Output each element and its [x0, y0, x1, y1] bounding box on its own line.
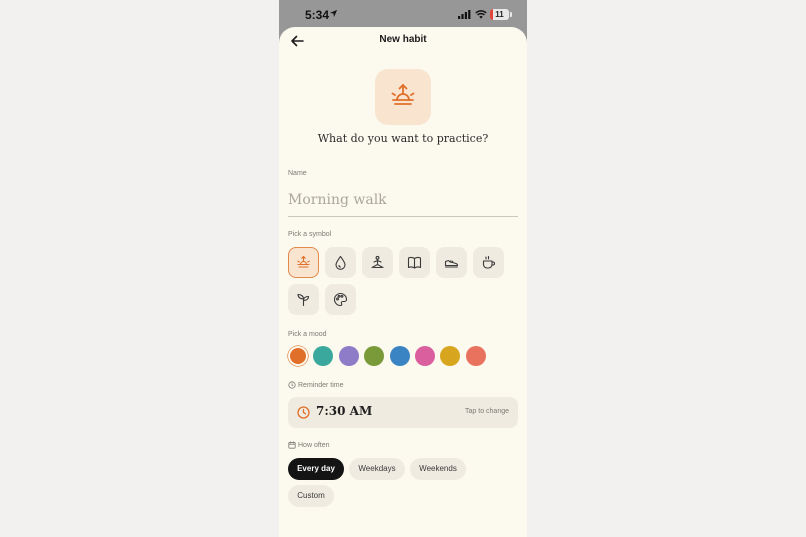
- mood-color-swatch[interactable]: [364, 346, 385, 366]
- symbol-label: Pick a symbol: [288, 231, 332, 238]
- water-drop-icon: [335, 255, 346, 270]
- battery-indicator: 11: [490, 9, 509, 20]
- shoe-icon: [444, 259, 459, 268]
- clock-icon: [288, 381, 296, 389]
- frequency-option-weekends[interactable]: Weekends: [410, 458, 466, 480]
- mood-color-swatch[interactable]: [290, 348, 306, 364]
- reminder-time-value: 7:30 AM: [316, 404, 373, 418]
- mood-color-swatch[interactable]: [465, 346, 486, 366]
- new-habit-sheet: New habit What do you want to practice? …: [279, 27, 527, 537]
- selected-symbol-preview: [375, 69, 431, 125]
- coffee-cup-icon: [482, 255, 495, 269]
- calendar-icon: [288, 441, 296, 449]
- mood-color-swatch[interactable]: [313, 346, 334, 366]
- symbol-option-shoe[interactable]: [436, 247, 467, 278]
- wifi-icon: [475, 10, 487, 19]
- symbol-option-coffee-cup[interactable]: [473, 247, 504, 278]
- symbol-option-book[interactable]: [399, 247, 430, 278]
- habit-question: What do you want to practice?: [317, 132, 489, 145]
- frequency-option-every-day[interactable]: Every day: [288, 458, 344, 480]
- palette-icon: [333, 292, 348, 307]
- frequency-label-text: How often: [298, 442, 330, 449]
- page-title: New habit: [379, 34, 427, 45]
- reminder-label-text: Reminder time: [298, 382, 344, 389]
- sunrise-icon: [391, 83, 415, 105]
- frequency-option-custom[interactable]: Custom: [288, 485, 334, 507]
- reminder-label: Reminder time: [288, 381, 344, 389]
- mood-label: Pick a mood: [288, 331, 327, 338]
- mood-color-swatch[interactable]: [389, 346, 410, 366]
- battery-level: 11: [495, 10, 504, 19]
- habit-name-input[interactable]: Morning walk: [288, 187, 518, 217]
- book-icon: [407, 256, 422, 269]
- symbol-option-water-drop[interactable]: [325, 247, 356, 278]
- mood-color-swatch[interactable]: [440, 346, 461, 366]
- frequency-option-weekdays[interactable]: Weekdays: [349, 458, 405, 480]
- status-time: 5:34: [305, 8, 330, 22]
- symbol-option-palette[interactable]: [325, 284, 356, 315]
- frequency-label: How often: [288, 441, 330, 449]
- name-label: Name: [288, 170, 307, 177]
- cellular-signal-icon: [458, 10, 471, 19]
- sunrise-icon: [296, 255, 310, 268]
- symbol-option-sunrise[interactable]: [288, 247, 319, 278]
- mood-color-swatch[interactable]: [415, 346, 435, 366]
- symbol-option-meditation[interactable]: [362, 247, 393, 278]
- meditation-icon: [371, 255, 384, 269]
- status-bar: 5:34 11: [279, 0, 527, 28]
- symbol-option-sprout[interactable]: [288, 284, 319, 315]
- clock-icon: [297, 406, 310, 419]
- reminder-hint: Tap to change: [465, 408, 509, 415]
- location-arrow-icon: [329, 9, 338, 18]
- phone-frame: 5:34 11 New habit What do you want to pr…: [279, 0, 527, 537]
- reminder-time-picker[interactable]: 7:30 AM Tap to change: [288, 397, 518, 428]
- sprout-icon: [297, 293, 310, 307]
- mood-color-swatch[interactable]: [338, 346, 359, 366]
